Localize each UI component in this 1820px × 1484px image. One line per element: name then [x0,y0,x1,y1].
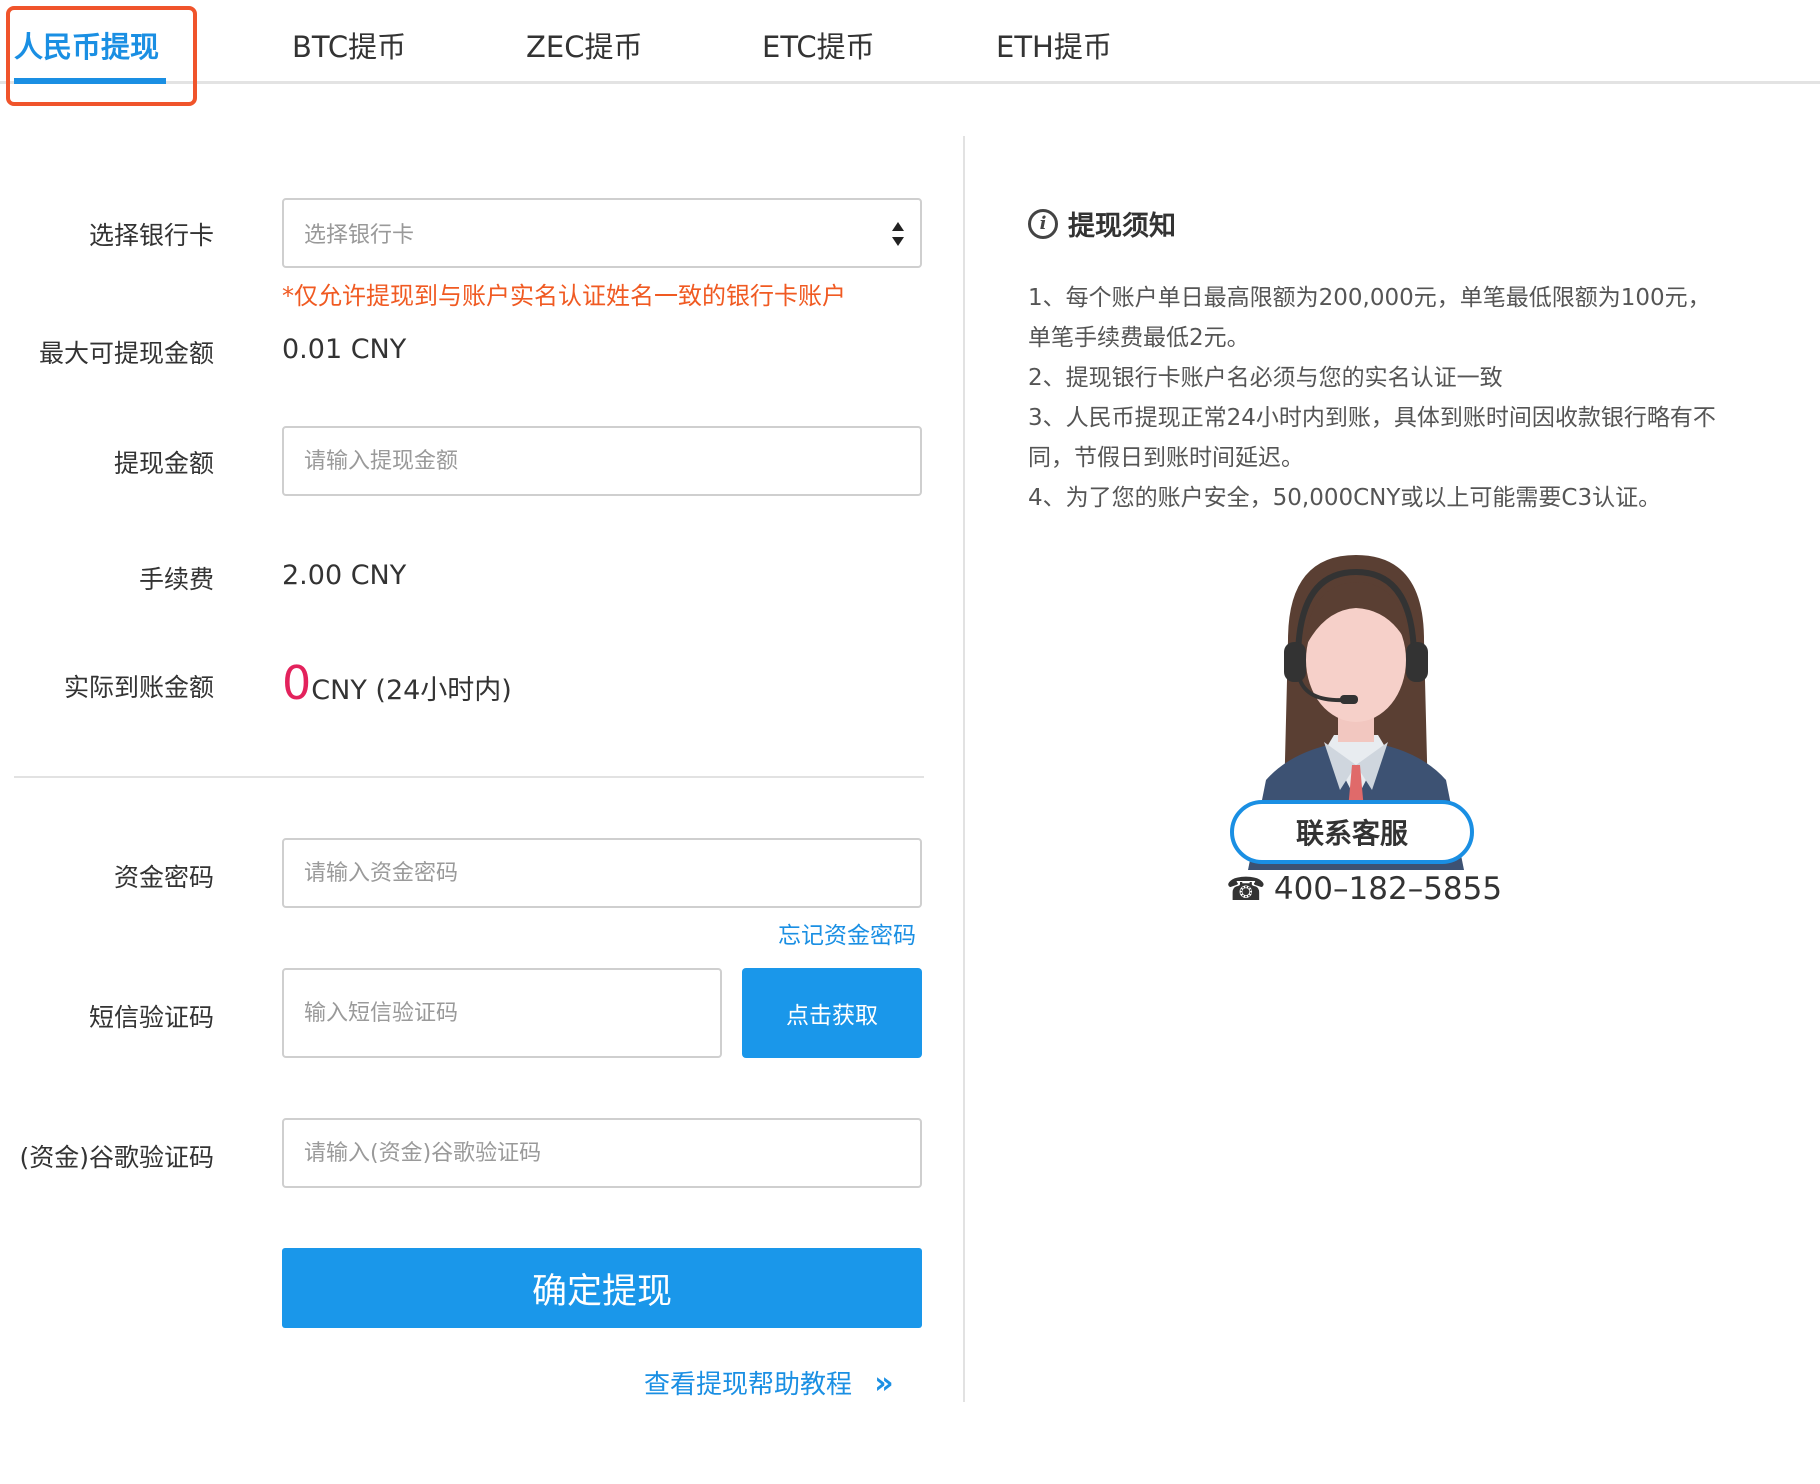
amount-field[interactable] [282,426,922,496]
actual-amount-label: 实际到账金额 [63,673,214,702]
bank-card-select[interactable]: 选择银行卡 [282,198,922,268]
sms-code-label: 短信验证码 [88,1003,214,1032]
sms-code-input[interactable] [284,970,720,1056]
vertical-divider [963,136,965,1402]
notice-item: 2、提现银行卡账户名必须与您的实名认证一致 [1028,365,1503,391]
forgot-fund-password-link[interactable]: 忘记资金密码 [778,916,916,950]
google-code-field[interactable] [282,1118,922,1188]
tab-bar: 人民币提现 BTC提币 ZEC提币 ETC提币 ETH提币 [0,0,1820,84]
notice-list: 1、每个账户单日最高限额为200,000元，单笔最低限额为100元， 单笔手续费… [1028,278,1728,518]
bank-card-label: 选择银行卡 [88,221,214,250]
fund-password-input[interactable] [284,840,920,906]
amount-label: 提现金额 [113,449,214,478]
notice-item: 1、每个账户单日最高限额为200,000元，单笔最低限额为100元， 单笔手续费… [1028,285,1711,351]
actual-amount-value: 0CNY (24小时内) [282,656,512,710]
form-section-divider [14,776,924,778]
tab-eth-withdraw[interactable]: ETH提币 [996,24,1112,66]
notice-title: 提现须知 [1068,211,1176,242]
fee-label: 手续费 [138,565,214,594]
amount-input[interactable] [284,428,920,494]
fee-value: 2.00 CNY [282,560,407,591]
notice-item: 4、为了您的账户安全，50,000CNY或以上可能需要C3认证。 [1028,485,1662,511]
bank-card-select-placeholder: 选择银行卡 [304,223,415,248]
support-phone-number: 400–182–5855 [1273,871,1503,907]
double-chevron-right-icon: » [874,1366,894,1401]
max-amount-label: 最大可提现金额 [38,339,214,368]
withdraw-help-link[interactable]: 查看提现帮助教程 » [644,1364,894,1401]
max-amount-value: 0.01 CNY [282,334,407,365]
confirm-withdraw-button[interactable]: 确定提现 [282,1248,922,1328]
fund-password-field[interactable] [282,838,922,908]
sms-code-field[interactable] [282,968,722,1058]
active-tab-highlight-box [6,6,197,106]
phone-icon: ☎ [1226,870,1266,908]
google-code-label: (资金)谷歌验证码 [19,1143,214,1172]
contact-support-button[interactable]: 联系客服 [1230,800,1474,864]
fund-password-label: 资金密码 [113,863,214,892]
select-arrows-icon [892,222,904,246]
info-icon: i [1028,208,1058,239]
google-code-input[interactable] [284,1120,920,1186]
tab-zec-withdraw[interactable]: ZEC提币 [526,24,642,66]
notice-item: 3、人民币提现正常24小时内到账，具体到账时间因收款银行略有不同，节假日到账时间… [1028,405,1716,471]
tab-etc-withdraw[interactable]: ETC提币 [762,24,875,66]
bank-card-warning: *仅允许提现到与账户实名认证姓名一致的银行卡账户 [282,282,846,310]
get-sms-code-button[interactable]: 点击获取 [742,968,922,1058]
withdraw-help-link-text: 查看提现帮助教程 [644,1370,853,1400]
actual-amount-suffix: CNY (24小时内) [311,675,512,706]
tab-btc-withdraw[interactable]: BTC提币 [292,24,406,66]
support-phone: ☎ 400–182–5855 [1226,870,1502,908]
actual-amount-number: 0 [282,656,312,710]
notice-heading: i 提现须知 [1028,204,1176,243]
